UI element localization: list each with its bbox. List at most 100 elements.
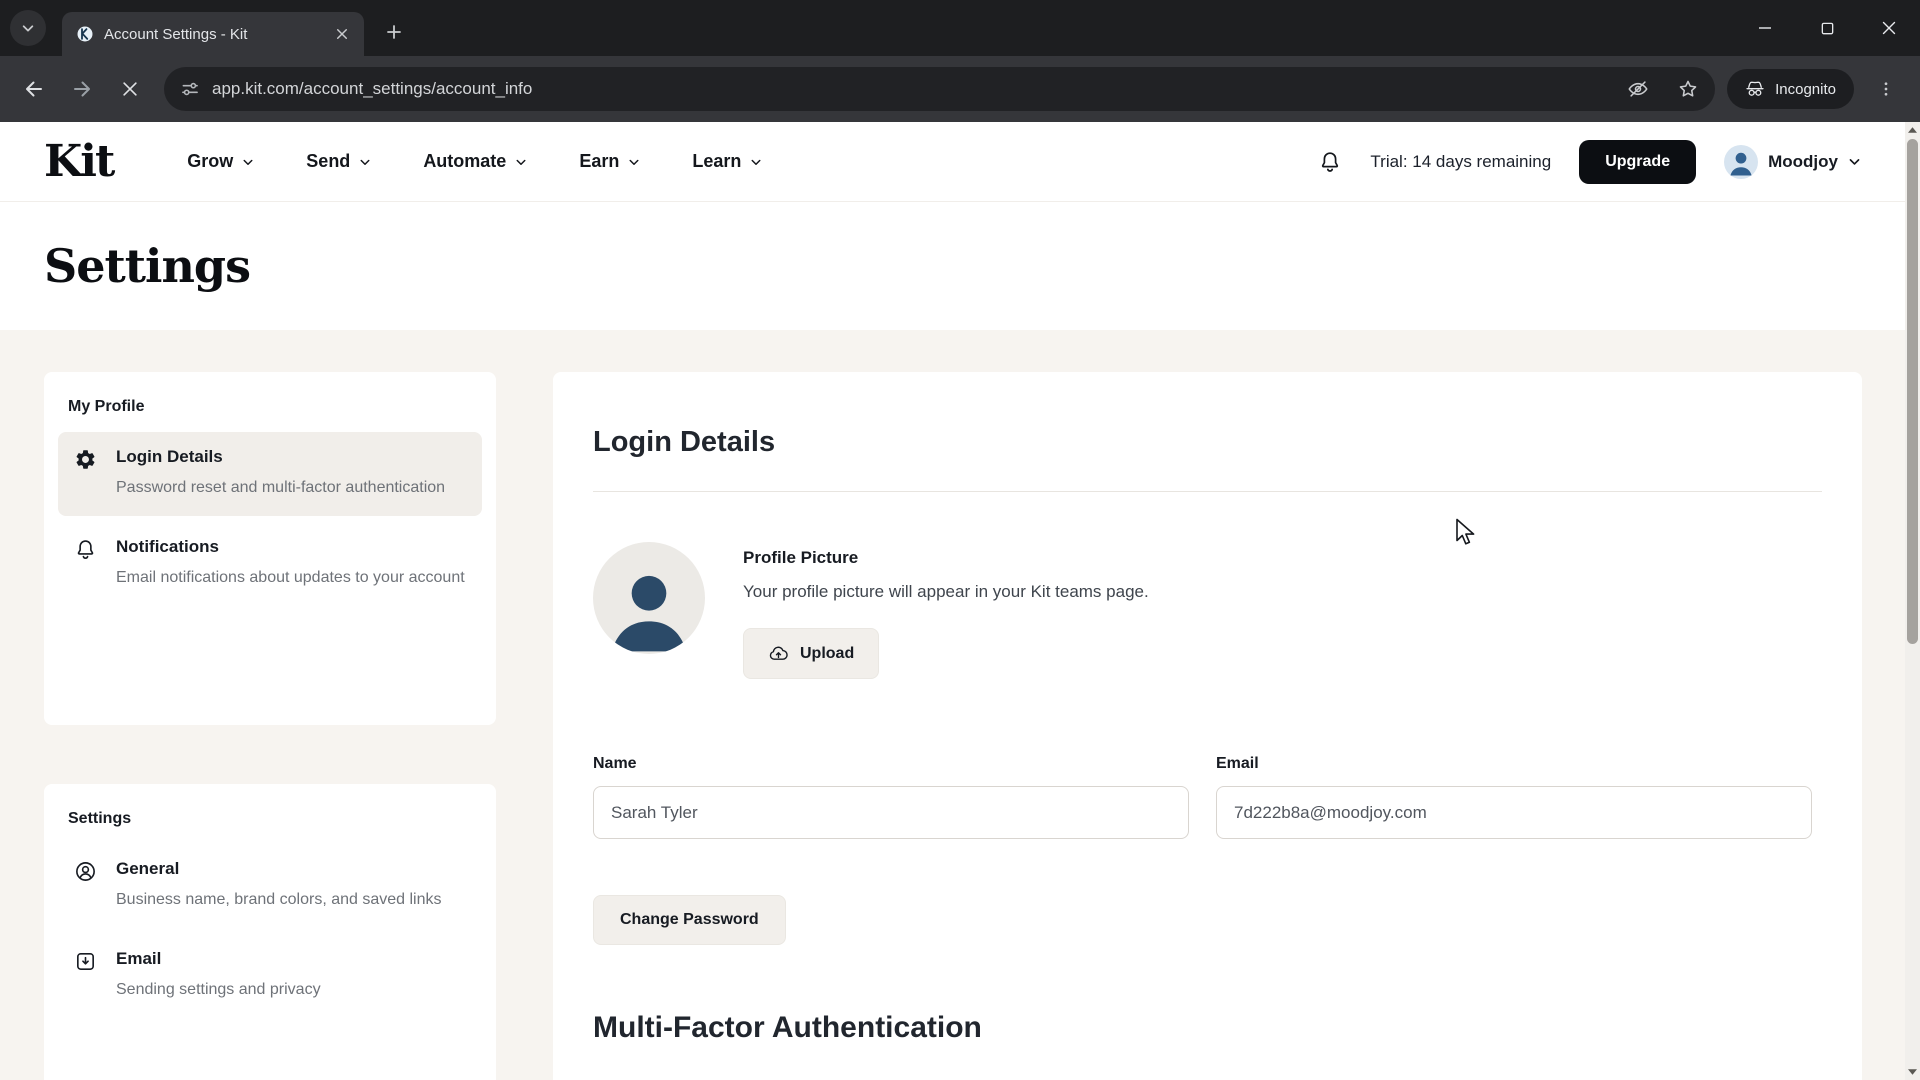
- gear-icon: [74, 447, 100, 501]
- notifications-bell-icon[interactable]: [1318, 150, 1342, 174]
- chevron-down-icon: [359, 156, 371, 168]
- cloud-upload-icon: [768, 643, 789, 664]
- upload-button[interactable]: Upload: [743, 628, 879, 679]
- star-icon: [1677, 78, 1699, 100]
- maximize-button[interactable]: [1796, 0, 1858, 56]
- nav-grow[interactable]: Grow: [187, 151, 254, 172]
- browser-toolbar: app.kit.com/account_settings/account_inf…: [0, 56, 1920, 122]
- bookmark-button[interactable]: [1669, 70, 1707, 108]
- password-reveal-disabled-button[interactable]: [1619, 70, 1657, 108]
- chevron-down-icon: [750, 156, 762, 168]
- fields-row: Name Email: [593, 755, 1822, 839]
- tab-search-button[interactable]: [10, 10, 46, 46]
- chevron-down-icon: [242, 156, 254, 168]
- profile-picture-title: Profile Picture: [743, 548, 1149, 568]
- account-name: Moodjoy: [1768, 152, 1838, 172]
- sidebar-item-login-details[interactable]: Login Details Password reset and multi-f…: [58, 432, 482, 516]
- back-arrow-icon: [22, 77, 46, 101]
- browser-tabstrip: Account Settings - Kit: [0, 0, 1920, 56]
- sidebar-item-label: General: [116, 859, 442, 879]
- incognito-label: Incognito: [1775, 81, 1836, 98]
- sidebar-item-notifications[interactable]: Notifications Email notifications about …: [58, 522, 482, 606]
- login-details-panel: Login Details Profile Picture Your profi…: [553, 372, 1862, 1080]
- kit-logo[interactable]: Kit: [44, 140, 113, 184]
- nav-label: Grow: [187, 151, 233, 172]
- name-label: Name: [593, 755, 1189, 773]
- change-password-button[interactable]: Change Password: [593, 895, 786, 945]
- bell-icon: [74, 537, 100, 591]
- sidebar-heading-settings: Settings: [68, 810, 472, 828]
- chevron-down-icon: [515, 156, 527, 168]
- browser-tab[interactable]: Account Settings - Kit: [62, 12, 364, 56]
- nav-send[interactable]: Send: [306, 151, 371, 172]
- chevron-down-icon: [628, 156, 640, 168]
- sidebar-settings-card: Settings General Business name, brand co…: [44, 784, 496, 1080]
- nav-automate[interactable]: Automate: [423, 151, 527, 172]
- scroll-up-arrow[interactable]: [1905, 122, 1920, 138]
- account-menu[interactable]: Moodjoy: [1724, 145, 1861, 179]
- inbox-arrow-icon: [74, 949, 100, 1003]
- profile-picture-placeholder: [593, 542, 705, 654]
- nav-label: Earn: [579, 151, 619, 172]
- stop-x-icon: [120, 79, 140, 99]
- nav-label: Learn: [692, 151, 741, 172]
- app-header: Kit Grow Send Automate Earn Learn Trial:…: [0, 122, 1905, 202]
- forward-arrow-icon: [70, 77, 94, 101]
- eye-off-icon: [1627, 78, 1649, 100]
- site-info-icon[interactable]: [180, 79, 200, 99]
- close-window-button[interactable]: [1858, 0, 1920, 56]
- nav-label: Automate: [423, 151, 506, 172]
- sidebar-item-label: Notifications: [116, 537, 465, 557]
- chevron-down-icon: [1848, 155, 1861, 168]
- stop-loading-button[interactable]: [108, 67, 152, 111]
- upload-label: Upload: [800, 645, 854, 663]
- page-title: Settings: [44, 239, 250, 293]
- tab-close-icon[interactable]: [330, 22, 354, 46]
- name-input[interactable]: [593, 786, 1189, 839]
- mfa-section-title: Multi-Factor Authentication: [593, 1011, 1822, 1045]
- scrollbar-thumb[interactable]: [1907, 139, 1918, 644]
- kebab-menu-icon: [1877, 80, 1895, 98]
- address-bar[interactable]: app.kit.com/account_settings/account_inf…: [164, 67, 1715, 111]
- kit-favicon-icon: [76, 25, 94, 43]
- sidebar-item-general[interactable]: General Business name, brand colors, and…: [58, 844, 482, 928]
- email-label: Email: [1216, 755, 1812, 773]
- scrollbar[interactable]: [1905, 122, 1920, 1080]
- sidebar-item-email[interactable]: Email Sending settings and privacy: [58, 934, 482, 1018]
- sidebar-profile-card: My Profile Login Details Password reset …: [44, 372, 496, 725]
- section-title: Login Details: [593, 426, 1822, 459]
- divider: [593, 491, 1822, 492]
- email-input[interactable]: [1216, 786, 1812, 839]
- url-text[interactable]: app.kit.com/account_settings/account_inf…: [212, 79, 1607, 99]
- nav-earn[interactable]: Earn: [579, 151, 640, 172]
- sidebar-item-description: Password reset and multi-factor authenti…: [116, 475, 445, 501]
- sidebar-item-description: Sending settings and privacy: [116, 977, 321, 1003]
- incognito-badge: Incognito: [1727, 69, 1854, 109]
- profile-picture-description: Your profile picture will appear in your…: [743, 582, 1149, 602]
- scroll-down-arrow[interactable]: [1905, 1064, 1920, 1080]
- browser-menu-button[interactable]: [1864, 67, 1908, 111]
- upgrade-button[interactable]: Upgrade: [1579, 140, 1696, 184]
- nav-learn[interactable]: Learn: [692, 151, 762, 172]
- sidebar-item-description: Business name, brand colors, and saved l…: [116, 887, 442, 913]
- person-circle-icon: [74, 859, 100, 913]
- sidebar-item-label: Email: [116, 949, 321, 969]
- sidebar-item-label: Login Details: [116, 447, 445, 467]
- forward-button[interactable]: [60, 67, 104, 111]
- main-area: My Profile Login Details Password reset …: [0, 330, 1905, 1080]
- window-controls: [1734, 0, 1920, 56]
- page-title-band: Settings: [0, 202, 1905, 330]
- email-field-group: Email: [1216, 755, 1812, 839]
- person-icon: [1724, 145, 1758, 179]
- new-tab-button[interactable]: [378, 16, 410, 48]
- trial-status: Trial: 14 days remaining: [1370, 152, 1551, 172]
- nav-label: Send: [306, 151, 350, 172]
- minimize-button[interactable]: [1734, 0, 1796, 56]
- header-right: Trial: 14 days remaining Upgrade Moodjoy: [1318, 140, 1861, 184]
- plus-icon: [386, 24, 402, 40]
- back-button[interactable]: [12, 67, 56, 111]
- chevron-down-icon: [21, 21, 35, 35]
- sidebar-item-description: Email notifications about updates to you…: [116, 565, 465, 591]
- tab-title: Account Settings - Kit: [104, 26, 320, 43]
- person-silhouette-icon: [597, 556, 701, 654]
